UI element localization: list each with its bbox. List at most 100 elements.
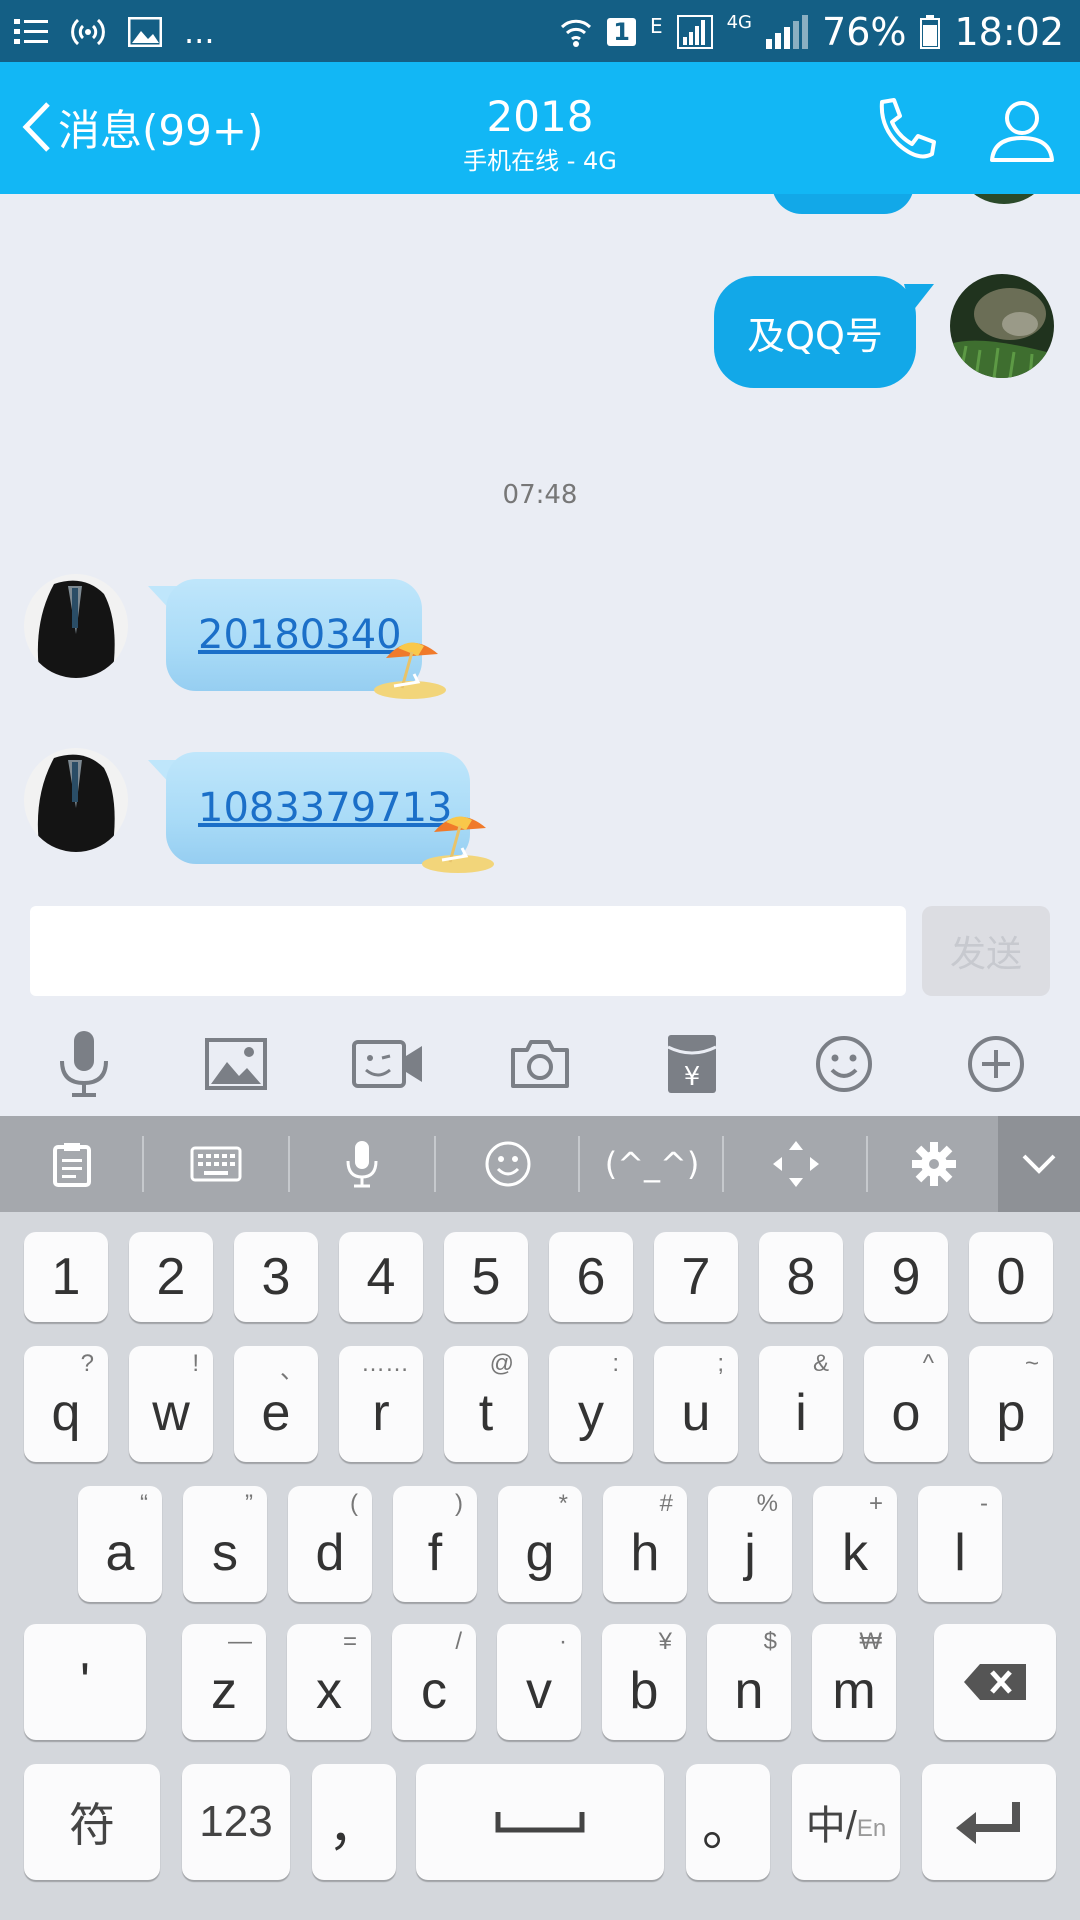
enter-icon [956,1802,1020,1844]
key-o[interactable]: ^ o [864,1346,948,1462]
symbols-key[interactable]: 符 [24,1764,160,1880]
key-secondary-label: @ [489,1350,514,1377]
key-m[interactable]: ₩ m [812,1624,896,1740]
key-j[interactable]: % j [708,1486,792,1602]
key-6[interactable]: 6 [549,1232,633,1322]
emoji-button[interactable] [804,1024,884,1104]
enter-key[interactable] [922,1764,1056,1880]
key-5[interactable]: 5 [444,1232,528,1322]
key-2[interactable]: 2 [129,1232,213,1322]
key-0[interactable]: 0 [969,1232,1053,1322]
call-button[interactable] [868,92,944,168]
key-z[interactable]: — z [182,1624,266,1740]
key-d[interactable]: (d [288,1486,372,1602]
key-label: s [212,1524,238,1582]
key-y[interactable]: :y [549,1346,633,1462]
key-e[interactable]: 、 e [234,1346,318,1462]
key-1[interactable]: 1 [24,1232,108,1322]
key-label: k [842,1524,868,1582]
key-9[interactable]: 9 [864,1232,948,1322]
language-switch-key[interactable]: 中/En [792,1764,900,1880]
camera-button[interactable] [500,1024,580,1104]
key-g[interactable]: * g [498,1486,582,1602]
avatar-contact[interactable] [24,574,128,678]
key-secondary-label: $ [763,1628,777,1655]
comma-key[interactable]: ， [312,1764,396,1880]
key-h[interactable]: # h [603,1486,687,1602]
key-label-en: En [856,1815,887,1842]
key-p[interactable]: ~ p [969,1346,1053,1462]
key-label: t [478,1384,494,1442]
key-q[interactable]: ? q [24,1346,108,1462]
key-7[interactable]: 7 [654,1232,738,1322]
message-bubble-outgoing[interactable]: 及QQ号 [714,276,916,388]
clipboard-button[interactable] [2,1116,142,1212]
keyboard-layout-button[interactable] [146,1116,286,1212]
key-secondary-label: ? [80,1350,94,1377]
key-secondary-label: / [455,1628,462,1655]
key-x[interactable]: = x [287,1624,371,1740]
key-r[interactable]: …… r [339,1346,423,1462]
back-button[interactable]: 消息(99+) [20,92,263,162]
hide-keyboard-button[interactable] [998,1116,1080,1212]
key-secondary-label: ( [350,1490,358,1517]
apostrophe-key[interactable]: ' [24,1624,146,1740]
beach-umbrella-icon [374,642,446,699]
voice-button[interactable] [44,1024,124,1104]
key-n[interactable]: $ n [707,1624,791,1740]
numbers-key[interactable]: 123 [182,1764,290,1880]
key-t[interactable]: @ t [444,1346,528,1462]
key-3[interactable]: 3 [234,1232,318,1322]
key-secondary-label: & [812,1350,829,1377]
avatar-contact[interactable] [24,748,128,852]
voice-input-button[interactable] [292,1116,432,1212]
key-i[interactable]: & i [759,1346,843,1462]
keyboard-settings-button[interactable] [870,1116,998,1212]
emoji-keyboard-button[interactable] [438,1116,578,1212]
space-key[interactable] [416,1764,664,1880]
cursor-move-button[interactable] [726,1116,866,1212]
key-c[interactable]: / c [392,1624,476,1740]
profile-button[interactable] [984,92,1060,168]
message-input[interactable] [30,906,906,996]
qq-number-link[interactable]: 1083379713 [198,785,453,831]
image-button[interactable] [196,1024,276,1104]
key-secondary-label: = [342,1628,357,1655]
red-packet-icon: ¥ [667,1035,717,1093]
toolbar-divider [866,1136,868,1192]
key-label: a [105,1524,135,1582]
avatar-self[interactable] [950,274,1054,378]
smiley-icon [485,1141,531,1187]
key-secondary-label: …… [361,1350,409,1377]
key-l[interactable]: -l [918,1486,1002,1602]
key-4[interactable]: 4 [339,1232,423,1322]
avatar-suit-image [24,574,128,678]
backspace-key[interactable] [934,1624,1056,1740]
contact-status: 手机在线 - 4G [463,147,617,175]
red-packet-button[interactable]: ¥ [652,1024,732,1104]
key-f[interactable]: ) f [393,1486,477,1602]
kaomoji-button[interactable]: (^_^) [582,1116,722,1212]
key-secondary-label: ! [192,1350,199,1377]
key-8[interactable]: 8 [759,1232,843,1322]
beach-umbrella-icon [422,816,494,873]
key-k[interactable]: + k [813,1486,897,1602]
period-key[interactable]: 。 [686,1764,770,1880]
mic-icon [60,1031,108,1097]
key-b[interactable]: ¥ b [602,1624,686,1740]
key-s[interactable]: ” s [183,1486,267,1602]
key-label: m [832,1662,876,1720]
key-a[interactable]: “a [78,1486,162,1602]
yuan-symbol: ¥ [684,1062,701,1092]
key-u[interactable]: ; u [654,1346,738,1462]
more-button[interactable] [956,1024,1036,1104]
key-v[interactable]: · v [497,1624,581,1740]
key-w[interactable]: ! w [129,1346,213,1462]
message-text: 及QQ号 [747,313,883,358]
status-bar: ... 1 E 4G 76% 18:02 [0,0,1080,62]
send-button[interactable]: 发送 [922,906,1050,996]
space-bar-icon [495,1812,585,1833]
key-label: f [427,1524,443,1582]
video-call-button[interactable] [348,1024,428,1104]
message-list[interactable]: 及QQ号 07:48 20180340 1083379713 [0,194,1080,884]
